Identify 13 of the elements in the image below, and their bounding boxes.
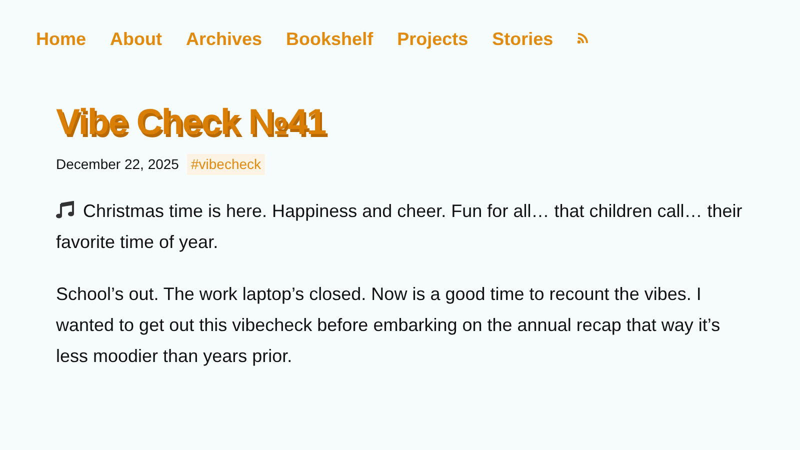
post-date: December 22, 2025: [56, 155, 179, 174]
nav-link[interactable]: Bookshelf: [286, 28, 374, 50]
paragraph: Christmas time is here. Happiness and cheer. Fun for all… that children call… their favorite time of year.: [56, 200, 744, 254]
nav-link[interactable]: Archives: [186, 28, 262, 50]
music-note-icon: [56, 201, 76, 219]
rss-icon[interactable]: [577, 33, 588, 44]
nav-link[interactable]: Stories: [492, 28, 554, 50]
nav-link[interactable]: Projects: [397, 28, 468, 50]
paragraph: School’s out. The work laptop’s closed. Now is a good time to recount the vibes. I wanted to get out this vibecheck before embarking on the annual recap that way it’s less moodier than years prior.: [56, 283, 722, 368]
tag-link[interactable]: #vibecheck: [186, 154, 266, 175]
nav-link[interactable]: Home: [36, 28, 86, 50]
post-title: Vibe Check №41: [56, 102, 326, 142]
nav-link[interactable]: About: [110, 28, 162, 50]
